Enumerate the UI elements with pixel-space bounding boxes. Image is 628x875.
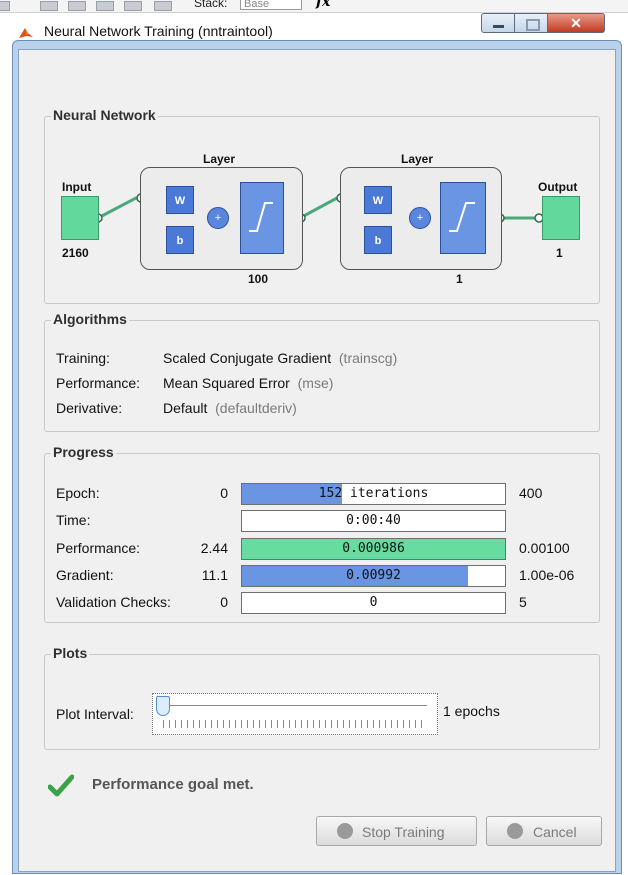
validation-checks-progress-bar: 0 — [241, 592, 506, 614]
cancel-icon — [507, 823, 523, 839]
validation-checks-progress-text: 0 — [369, 595, 378, 610]
performance-start: 2.44 — [200, 540, 228, 556]
training-algorithm: Scaled Conjugate Gradient — [163, 350, 332, 366]
cancel-button[interactable]: Cancel — [486, 816, 602, 846]
derivative-value: Default (defaultderiv) — [163, 400, 297, 416]
gradient-label: Gradient: — [56, 567, 114, 583]
stop-icon — [337, 823, 353, 839]
epoch-label: Epoch: — [56, 485, 100, 501]
gradient-goal: 1.00e-06 — [519, 567, 575, 583]
plot-interval-value: 1 epochs — [443, 703, 500, 719]
derivative-algorithm: Default — [163, 400, 208, 416]
stop-training-label: Stop Training — [362, 824, 445, 840]
layer1-transfer-function — [240, 182, 284, 254]
input-size: 2160 — [62, 246, 89, 260]
slider-ticks — [163, 720, 427, 728]
output-size: 1 — [556, 246, 563, 260]
progress-group-title: Progress — [51, 444, 116, 460]
time-progress-bar: 0:00:40 — [241, 510, 506, 532]
performance-algorithm: Mean Squared Error — [163, 375, 290, 391]
epoch-end: 400 — [519, 485, 543, 501]
performance-progress-text: 0.000986 — [342, 541, 405, 556]
training-label: Training: — [56, 350, 110, 366]
output-block — [542, 196, 580, 240]
layer1-bias-block: b — [166, 226, 194, 254]
gradient-progress-bar: 0.00992 — [241, 565, 506, 587]
epoch-progress-text: 152 iterations — [318, 486, 429, 501]
plot-interval-label: Plot Interval: — [56, 706, 134, 722]
time-progress-text: 0:00:40 — [346, 513, 401, 528]
input-block — [61, 196, 99, 240]
derivative-label: Derivative: — [56, 400, 123, 416]
derivative-function: (defaultderiv) — [215, 400, 297, 416]
layer1-weight-block: W — [166, 186, 194, 214]
layer2-size: 1 — [456, 272, 463, 286]
performance-label: Performance: — [56, 375, 141, 391]
plots-group-title: Plots — [51, 645, 90, 661]
algorithms-group-title: Algorithms — [51, 311, 129, 327]
slider-rail — [163, 705, 427, 706]
performance-goal: 0.00100 — [519, 540, 570, 556]
layer2-weight-block: W — [364, 186, 392, 214]
validation-checks-start: 0 — [220, 594, 228, 610]
layer1-sum-node: + — [207, 207, 229, 229]
layer2-transfer-function — [440, 182, 486, 254]
layer1-title: Layer — [203, 152, 236, 166]
checkmark-icon — [48, 774, 74, 797]
performance-progress-bar: 0.000986 — [241, 538, 506, 560]
input-label: Input — [62, 180, 92, 194]
cancel-label: Cancel — [533, 824, 577, 840]
layer2-bias-block: b — [364, 226, 392, 254]
performance-value: Mean Squared Error (mse) — [163, 375, 333, 391]
training-value: Scaled Conjugate Gradient (trainscg) — [163, 350, 397, 366]
epoch-start: 0 — [220, 485, 228, 501]
output-label: Output — [538, 180, 578, 194]
training-function: (trainscg) — [338, 350, 398, 366]
layer1-size: 100 — [248, 272, 269, 286]
transfer-sigmoid-icon — [449, 202, 475, 232]
performance-progress-label: Performance: — [56, 540, 141, 556]
gradient-progress-text: 0.00992 — [346, 568, 401, 583]
stop-training-button[interactable]: Stop Training — [316, 816, 477, 846]
layer2-sum-node: + — [409, 207, 431, 229]
transfer-sigmoid-icon — [249, 202, 273, 232]
layer2-title: Layer — [401, 152, 434, 166]
time-label: Time: — [56, 512, 91, 528]
performance-function: (mse) — [297, 375, 334, 391]
gradient-start: 11.1 — [201, 567, 228, 583]
validation-checks-label: Validation Checks: — [56, 594, 171, 610]
epoch-progress-bar: 152 iterations — [241, 483, 506, 505]
plot-interval-slider[interactable] — [152, 693, 438, 735]
status-message: Performance goal met. — [92, 776, 254, 793]
validation-checks-max: 5 — [519, 594, 527, 610]
plot-interval-slider-thumb[interactable] — [156, 696, 170, 716]
